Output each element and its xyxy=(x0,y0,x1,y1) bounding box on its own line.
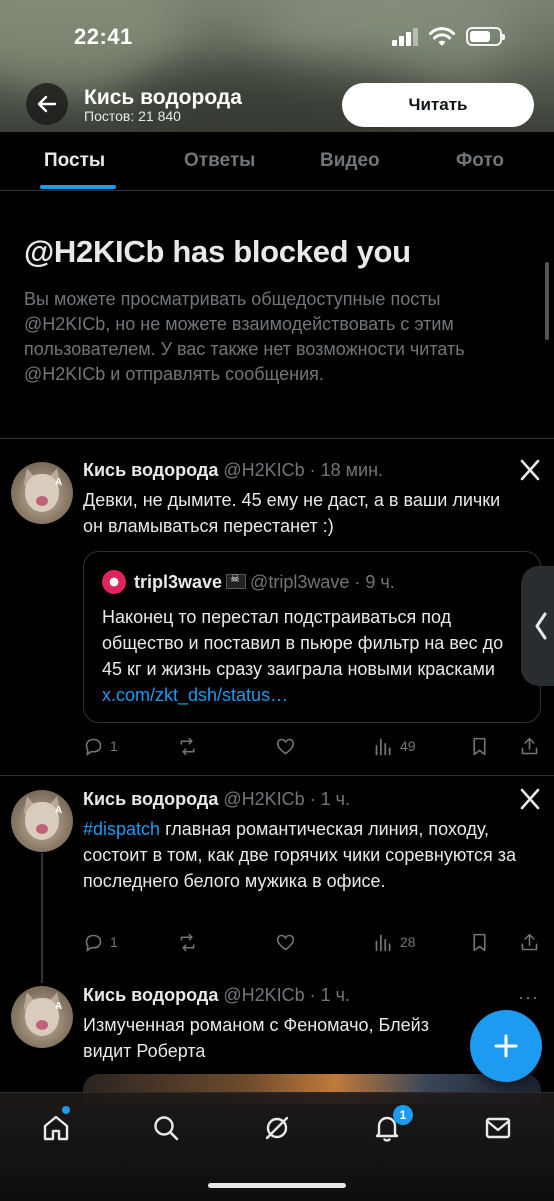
quoted-link[interactable]: x.com/zkt_dsh/status… xyxy=(102,685,288,705)
views-button[interactable]: 28 xyxy=(373,930,416,954)
share-button[interactable] xyxy=(519,734,540,758)
reply-button[interactable]: 1 xyxy=(83,930,118,954)
repost-button[interactable] xyxy=(177,734,198,758)
heart-icon xyxy=(276,738,295,754)
post-text: Измученная романом с Феномачо, Блейз вид… xyxy=(83,1015,429,1061)
bookmark-icon xyxy=(473,933,486,951)
chevron-left-icon xyxy=(535,612,547,640)
quoted-post-header: tripl3wave@tripl3wave · 9 ч. xyxy=(134,572,395,593)
post-text-block: #dispatch главная романтическая линия, п… xyxy=(83,816,528,894)
post-header: Кись водорода @H2KICb · 18 мин. xyxy=(83,460,384,480)
tab-photos[interactable]: Фото xyxy=(456,150,504,172)
pirate-flag-icon xyxy=(226,572,247,589)
divider xyxy=(0,775,554,776)
quoted-post[interactable]: tripl3wave@tripl3wave · 9 ч. Наконец то … xyxy=(83,551,541,723)
status-bar: 22:41 xyxy=(0,0,554,72)
post-actions: 1 28 xyxy=(83,930,543,954)
avatar[interactable]: A xyxy=(11,986,73,1048)
notifications-badge: 1 xyxy=(393,1105,413,1125)
follow-button[interactable]: Читать xyxy=(342,83,534,127)
repost-icon xyxy=(180,737,195,755)
post-author-name[interactable]: Кись водорода xyxy=(83,789,218,809)
status-time: 22:41 xyxy=(74,24,133,49)
arrow-left-icon xyxy=(37,95,57,113)
side-panel-handle[interactable] xyxy=(521,566,554,686)
repost-button[interactable] xyxy=(177,930,198,954)
views-count: 28 xyxy=(400,934,416,950)
x-logo-icon[interactable] xyxy=(519,459,541,481)
blocked-title: @H2KICb has blocked you xyxy=(24,234,411,269)
post-author-name[interactable]: Кись водорода xyxy=(83,460,218,480)
post-handle[interactable]: @H2KICb xyxy=(223,985,304,1005)
post-header: Кись водорода @H2KICb · 1 ч. xyxy=(83,985,351,1005)
reply-icon xyxy=(85,934,102,952)
active-tab-indicator xyxy=(40,185,116,189)
post-time[interactable]: 1 ч. xyxy=(321,985,350,1005)
avatar[interactable]: A xyxy=(11,462,73,524)
post-handle[interactable]: @H2KICb xyxy=(223,789,304,809)
bookmark-button[interactable] xyxy=(469,734,490,758)
reply-icon xyxy=(85,738,102,756)
quoted-author-name: tripl3wave xyxy=(134,572,223,592)
home-unread-dot xyxy=(62,1106,70,1114)
cellular-signal-icon xyxy=(392,28,418,46)
x-logo-icon[interactable] xyxy=(519,788,541,810)
heart-icon xyxy=(276,934,295,950)
quoted-time: 9 ч. xyxy=(365,572,395,592)
reply-button[interactable]: 1 xyxy=(83,734,118,758)
scrollbar[interactable] xyxy=(545,262,549,340)
post-header: Кись водорода @H2KICb · 1 ч. xyxy=(83,789,351,809)
header-posts-count: Постов: 21 840 xyxy=(84,108,181,124)
post-text: Девки, не дымите. 45 ему не даст, а в ва… xyxy=(83,490,501,536)
back-button[interactable] xyxy=(26,83,68,125)
grok-icon[interactable] xyxy=(262,1113,292,1143)
home-icon[interactable] xyxy=(41,1113,71,1143)
blocked-description: Вы можете просматривать общедоступные по… xyxy=(24,289,465,384)
quoted-avatar xyxy=(102,570,126,594)
plus-icon xyxy=(494,1034,518,1058)
share-icon xyxy=(521,933,538,950)
reply-count: 1 xyxy=(110,934,118,950)
views-bar-chart-icon xyxy=(375,738,391,755)
profile-tabs: Посты Ответы Видео Фото xyxy=(0,132,554,191)
like-button[interactable] xyxy=(275,930,296,954)
share-icon xyxy=(521,737,538,754)
tab-videos[interactable]: Видео xyxy=(320,150,380,172)
quoted-text-block: Наконец то перестал подстраиваться под о… xyxy=(102,604,522,708)
views-button[interactable]: 49 xyxy=(373,734,416,758)
reply-count: 1 xyxy=(110,738,118,754)
header-profile-name: Кись водорода xyxy=(84,86,242,109)
like-button[interactable] xyxy=(275,734,296,758)
divider xyxy=(0,438,554,439)
avatar[interactable]: A xyxy=(11,790,73,852)
wifi-icon xyxy=(429,27,455,46)
bookmark-button[interactable] xyxy=(469,930,490,954)
quoted-handle: @tripl3wave xyxy=(250,572,350,592)
post-time[interactable]: 1 ч. xyxy=(321,789,350,809)
post-actions: 1 49 xyxy=(83,734,543,758)
hashtag-link[interactable]: #dispatch xyxy=(83,819,160,839)
battery-icon xyxy=(466,27,505,46)
quoted-text: Наконец то перестал подстраиваться под о… xyxy=(102,607,504,679)
tab-posts[interactable]: Посты xyxy=(44,150,105,172)
views-count: 49 xyxy=(400,738,416,754)
search-icon[interactable] xyxy=(151,1113,181,1143)
bookmark-icon xyxy=(473,737,486,755)
tab-replies[interactable]: Ответы xyxy=(184,150,255,172)
thread-connector-line xyxy=(41,853,43,983)
repost-icon xyxy=(180,933,195,951)
post-author-name[interactable]: Кись водорода xyxy=(83,985,218,1005)
more-options-icon[interactable]: ··· xyxy=(518,987,539,1008)
mail-icon[interactable] xyxy=(483,1113,513,1143)
views-bar-chart-icon xyxy=(375,934,391,951)
post-handle[interactable]: @H2KICb xyxy=(223,460,304,480)
post-time[interactable]: 18 мин. xyxy=(321,460,383,480)
share-button[interactable] xyxy=(519,930,540,954)
home-indicator[interactable] xyxy=(208,1183,346,1188)
compose-post-button[interactable] xyxy=(470,1010,542,1082)
